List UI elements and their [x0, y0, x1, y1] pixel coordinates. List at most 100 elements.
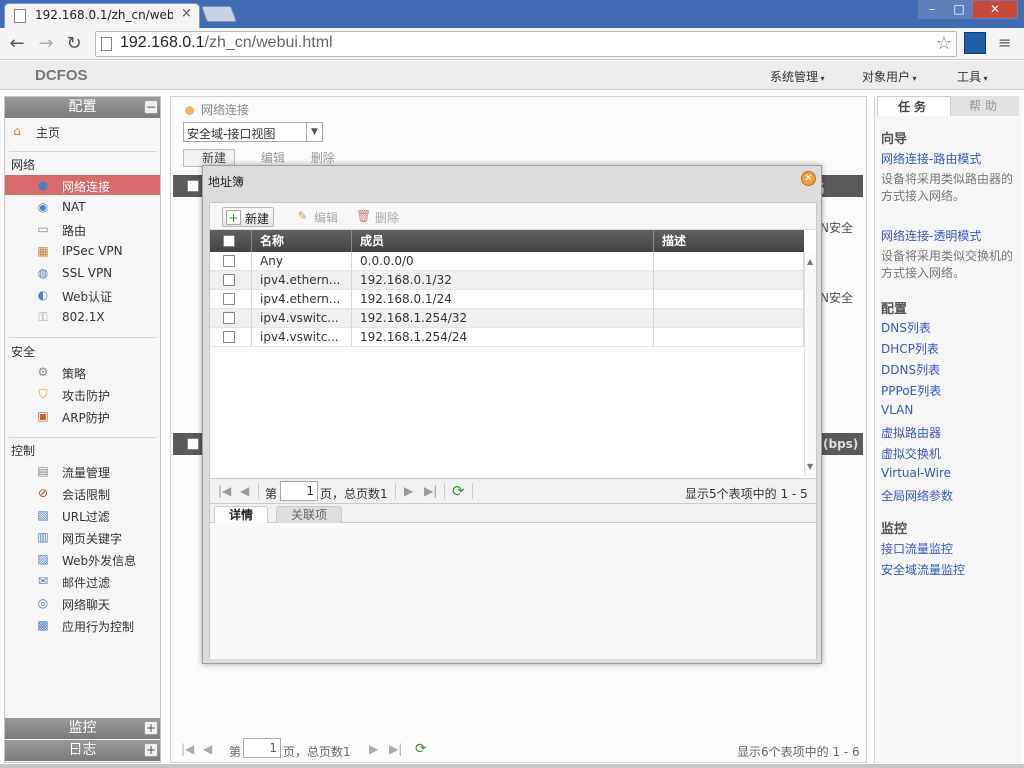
link-dhcp-list[interactable]: DHCP列表 [881, 340, 939, 357]
table-row[interactable]: ipv4.ethern... 192.168.0.1/24 [210, 290, 804, 309]
forward-icon[interactable]: → [35, 33, 57, 55]
link-interface-traffic[interactable]: 接口流量监控 [881, 540, 953, 557]
chevron-down-icon[interactable]: ▼ [306, 123, 322, 141]
menu-tools[interactable]: 工具 ▾ [957, 68, 988, 85]
select-all-checkbox[interactable] [187, 438, 199, 450]
sidebar-item-home[interactable]: ⌂ 主页 [5, 121, 160, 141]
close-window-button[interactable]: ✕ [972, 0, 1018, 19]
link-route-mode[interactable]: 网络连接-路由模式 [881, 150, 981, 167]
main-page-input[interactable]: 1 [243, 738, 281, 758]
extension-icon[interactable] [964, 32, 986, 54]
tab-details[interactable]: 详情 [214, 506, 269, 524]
sidebar-item-web-keyword[interactable]: ▥ 网页关键字 [5, 527, 160, 547]
link-virtual-switch[interactable]: 虚拟交换机 [881, 445, 941, 462]
link-zone-traffic[interactable]: 安全域流量监控 [881, 561, 965, 578]
sidebar-item-web-outbound[interactable]: ▨ Web外发信息 [5, 549, 160, 569]
link-ddns-list[interactable]: DDNS列表 [881, 361, 940, 378]
next-page-icon[interactable]: ▶ [369, 742, 378, 756]
browser-tab[interactable]: 192.168.0.1/zh_cn/webui.html × [4, 3, 200, 28]
config-section-header[interactable]: 配置 − [5, 97, 160, 118]
reload-icon[interactable]: ↻ [63, 33, 85, 55]
tab-help[interactable]: 帮助 [951, 96, 1019, 116]
expand-icon[interactable]: + [144, 743, 158, 757]
first-page-icon[interactable]: |◀ [181, 742, 194, 756]
sidebar-item-mail-filter[interactable]: ✉ 邮件过滤 [5, 571, 160, 591]
select-all-checkbox[interactable] [223, 235, 235, 247]
url-text: 192.168.0.1/zh_cn/webui.html [120, 34, 333, 51]
sidebar-item-attack-defense[interactable]: ⛉ 攻击防护 [5, 384, 160, 404]
tab-tasks[interactable]: 任务 [877, 96, 951, 116]
section-title-monitor: 监控 [881, 522, 908, 537]
sidebar-item-ipsec-vpn[interactable]: ▦ IPSec VPN [5, 241, 160, 261]
sidebar-item-policy[interactable]: ⚙ 策略 [5, 362, 160, 382]
link-pppoe-list[interactable]: PPPoE列表 [881, 382, 941, 399]
monitor-section-header[interactable]: 监控 + [5, 718, 160, 739]
sidebar-item-traffic-mgmt[interactable]: ▤ 流量管理 [5, 461, 160, 481]
sidebar-item-8021x[interactable]: ⚿ 802.1X [5, 307, 160, 327]
sidebar-item-session-limit[interactable]: ⊘ 会话限制 [5, 483, 160, 503]
column-header-desc[interactable]: 描述 [654, 230, 804, 252]
scroll-up-icon[interactable]: ▲ [807, 257, 813, 266]
close-tab-icon[interactable]: × [181, 6, 192, 21]
refresh-icon[interactable]: ⟳ [452, 482, 465, 500]
last-page-icon[interactable]: ▶| [389, 742, 402, 756]
new-tab-button[interactable] [201, 6, 237, 22]
close-icon[interactable]: ✕ [801, 171, 816, 186]
cell-member: 192.168.0.1/24 [352, 290, 654, 309]
menu-object-user[interactable]: 对象用户 ▾ [862, 68, 917, 85]
collapse-icon[interactable]: − [144, 100, 158, 114]
row-checkbox[interactable] [223, 312, 235, 324]
menu-system-admin[interactable]: 系统管理 ▾ [770, 68, 825, 85]
sidebar-item-route[interactable]: ▭ 路由 [5, 219, 160, 239]
log-section-header[interactable]: 日志 + [5, 740, 160, 761]
menu-icon[interactable]: ≡ [998, 33, 1011, 52]
maximize-button[interactable]: □ [946, 0, 972, 19]
sidebar-item-app-behavior[interactable]: ▩ 应用行为控制 [5, 615, 160, 635]
row-checkbox[interactable] [223, 255, 235, 267]
table-row[interactable]: Any 0.0.0.0/0 [210, 252, 804, 271]
sidebar-item-nat[interactable]: ◉ NAT [5, 197, 160, 217]
main-delete-button[interactable]: 删除 [311, 151, 335, 165]
table-row[interactable]: ipv4.vswitc... 192.168.1.254/24 [210, 328, 804, 347]
page-input[interactable]: 1 [280, 481, 318, 501]
last-page-icon[interactable]: ▶| [424, 484, 437, 498]
prev-page-icon[interactable]: ◀ [203, 742, 212, 756]
sidebar-item-network-connection[interactable]: ● 网络连接 [5, 175, 160, 195]
grid-scrollbar[interactable]: ▲ ▼ [804, 252, 816, 476]
link-virtual-router[interactable]: 虚拟路由器 [881, 424, 941, 441]
sidebar-item-web-auth[interactable]: ◐ Web认证 [5, 285, 160, 305]
sidebar-item-ssl-vpn[interactable]: ◍ SSL VPN [5, 263, 160, 283]
column-header-member[interactable]: 成员 [352, 230, 654, 252]
back-icon[interactable]: ← [6, 33, 28, 55]
table-row[interactable]: ipv4.vswitc... 192.168.1.254/32 [210, 309, 804, 328]
link-dns-list[interactable]: DNS列表 [881, 319, 931, 336]
bookmark-star-icon[interactable]: ☆ [936, 33, 952, 54]
column-header-name[interactable]: 名称 [252, 230, 352, 252]
new-button[interactable]: + 新建 [222, 207, 275, 227]
tab-related[interactable]: 关联项 [276, 506, 343, 524]
minimize-button[interactable]: – [918, 0, 946, 19]
sidebar-item-net-chat[interactable]: ◎ 网络聊天 [5, 593, 160, 613]
edit-button[interactable]: ✎ 编辑 [292, 207, 342, 227]
address-bar[interactable]: 192.168.0.1/zh_cn/webui.html ☆ [95, 31, 957, 57]
link-transparent-mode[interactable]: 网络连接-透明模式 [881, 227, 981, 244]
sidebar-item-url-filter[interactable]: ▧ URL过滤 [5, 505, 160, 525]
link-vlan[interactable]: VLAN [881, 403, 913, 417]
expand-icon[interactable]: + [144, 721, 158, 735]
link-global-network-params[interactable]: 全局网络参数 [881, 487, 953, 504]
refresh-icon[interactable]: ⟳ [415, 741, 427, 757]
main-edit-button[interactable]: 编辑 [261, 151, 285, 165]
row-checkbox[interactable] [223, 274, 235, 286]
next-page-icon[interactable]: ▶ [404, 484, 413, 498]
first-page-icon[interactable]: |◀ [218, 484, 231, 498]
row-checkbox[interactable] [223, 293, 235, 305]
row-checkbox[interactable] [223, 331, 235, 343]
link-virtual-wire[interactable]: Virtual-Wire [881, 466, 951, 480]
table-row[interactable]: ipv4.ethern... 192.168.0.1/32 [210, 271, 804, 290]
sidebar-item-arp-defense[interactable]: ▣ ARP防护 [5, 406, 160, 426]
prev-page-icon[interactable]: ◀ [240, 484, 249, 498]
delete-button[interactable]: 🗑 删除 [353, 207, 403, 227]
select-all-checkbox[interactable] [187, 180, 199, 192]
scroll-down-icon[interactable]: ▼ [807, 462, 813, 471]
view-select[interactable]: 安全域-接口视图 ▼ [183, 122, 323, 142]
